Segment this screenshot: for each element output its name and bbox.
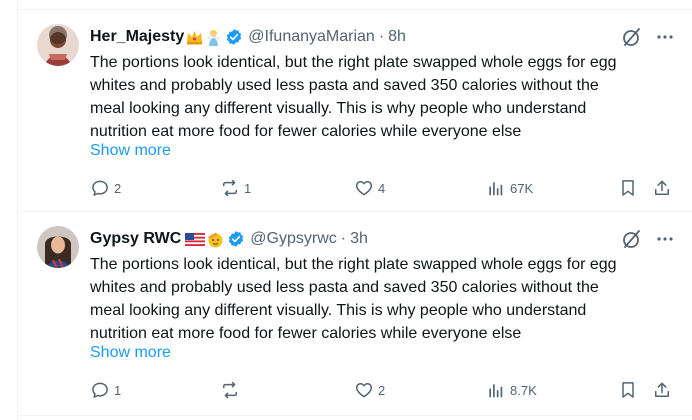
separator-dot: ·: [340, 230, 347, 247]
bookmark-button[interactable]: [618, 177, 638, 199]
reply-icon: [92, 382, 108, 398]
repost-icon: [223, 381, 237, 399]
tweet[interactable]: Her_Majesty @IfunanyaMarian · 8h The por…: [17, 11, 692, 212]
analytics-icon: [489, 384, 503, 398]
tweet-text-line: whites and probably used less pasta and …: [90, 77, 599, 94]
reply-icon: [92, 180, 108, 196]
tweet-text-line: whites and probably used less pasta and …: [90, 279, 599, 296]
reply-count: 1: [114, 382, 122, 398]
user-handle[interactable]: @IfunanyaMarian: [248, 28, 375, 46]
display-name[interactable]: Her_Majesty: [90, 28, 184, 46]
repost-button[interactable]: [220, 379, 244, 401]
display-name[interactable]: Gypsy RWC: [90, 230, 181, 248]
views-button[interactable]: 8.7K: [486, 379, 537, 401]
more-options-icon[interactable]: [654, 26, 676, 48]
action-bar: 1 2 8.7K: [18, 379, 692, 401]
reply-count: 2: [114, 180, 122, 196]
bookmark-button[interactable]: [618, 379, 638, 401]
bookmark-icon: [622, 382, 634, 398]
like-count: 4: [378, 180, 386, 196]
tweet[interactable]: Gypsy RWC @Gypsyrwc · 3h The portions lo…: [17, 213, 692, 416]
tweet-text: The portions look identical, but the rig…: [90, 253, 682, 345]
tweet-text-line: nutrition eat more food for fewer calori…: [90, 123, 522, 140]
avatar[interactable]: [37, 226, 79, 268]
tweet-text-line: nutrition eat more food for fewer calori…: [90, 325, 522, 342]
tweet-text-line: meal looking any different visually. Thi…: [90, 100, 587, 117]
share-icon: [655, 180, 669, 195]
like-button[interactable]: 2: [354, 379, 385, 401]
more-options-icon[interactable]: [654, 228, 676, 250]
view-count: 8.7K: [510, 382, 537, 398]
tweet-header: Gypsy RWC @Gypsyrwc · 3h: [90, 228, 368, 250]
tweet-text-line: The portions look identical, but the rig…: [90, 256, 617, 273]
reply-button[interactable]: 2: [90, 177, 121, 199]
repost-count: 1: [244, 180, 252, 196]
crown-emoji: [186, 29, 203, 46]
timestamp[interactable]: 3h: [350, 230, 368, 248]
grok-icon[interactable]: [621, 228, 643, 250]
tweet-text: The portions look identical, but the rig…: [90, 51, 682, 143]
grok-icon[interactable]: [621, 26, 643, 48]
timestamp[interactable]: 8h: [388, 28, 406, 46]
separator-dot: ·: [378, 28, 385, 45]
tweet-text-line: The portions look identical, but the rig…: [90, 54, 617, 71]
share-icon: [655, 382, 669, 397]
repost-button[interactable]: 1: [220, 177, 251, 199]
share-button[interactable]: [652, 177, 672, 199]
heart-icon: [355, 383, 373, 398]
saluting-face-emoji: [207, 231, 224, 248]
us-flag-emoji: [185, 231, 206, 248]
like-button[interactable]: 4: [354, 177, 385, 199]
previous-tweet-edge: [17, 0, 692, 10]
tweet-text-line: meal looking any different visually. Thi…: [90, 302, 587, 319]
action-bar: 2 1 4 67K: [18, 177, 692, 199]
verified-badge-icon: [227, 230, 245, 248]
fairy-emoji: [205, 29, 222, 46]
view-count: 67K: [510, 180, 534, 196]
share-button[interactable]: [652, 379, 672, 401]
bookmark-icon: [622, 180, 634, 196]
user-handle[interactable]: @Gypsyrwc: [250, 230, 336, 248]
show-more-link[interactable]: Show more: [90, 142, 171, 160]
views-button[interactable]: 67K: [486, 177, 533, 199]
analytics-icon: [489, 182, 503, 196]
heart-icon: [355, 181, 373, 196]
reply-button[interactable]: 1: [90, 379, 121, 401]
avatar[interactable]: [37, 24, 79, 66]
like-count: 2: [378, 382, 386, 398]
verified-badge-icon: [225, 28, 243, 46]
show-more-link[interactable]: Show more: [90, 344, 171, 362]
tweet-header: Her_Majesty @IfunanyaMarian · 8h: [90, 26, 406, 48]
repost-icon: [223, 179, 237, 197]
